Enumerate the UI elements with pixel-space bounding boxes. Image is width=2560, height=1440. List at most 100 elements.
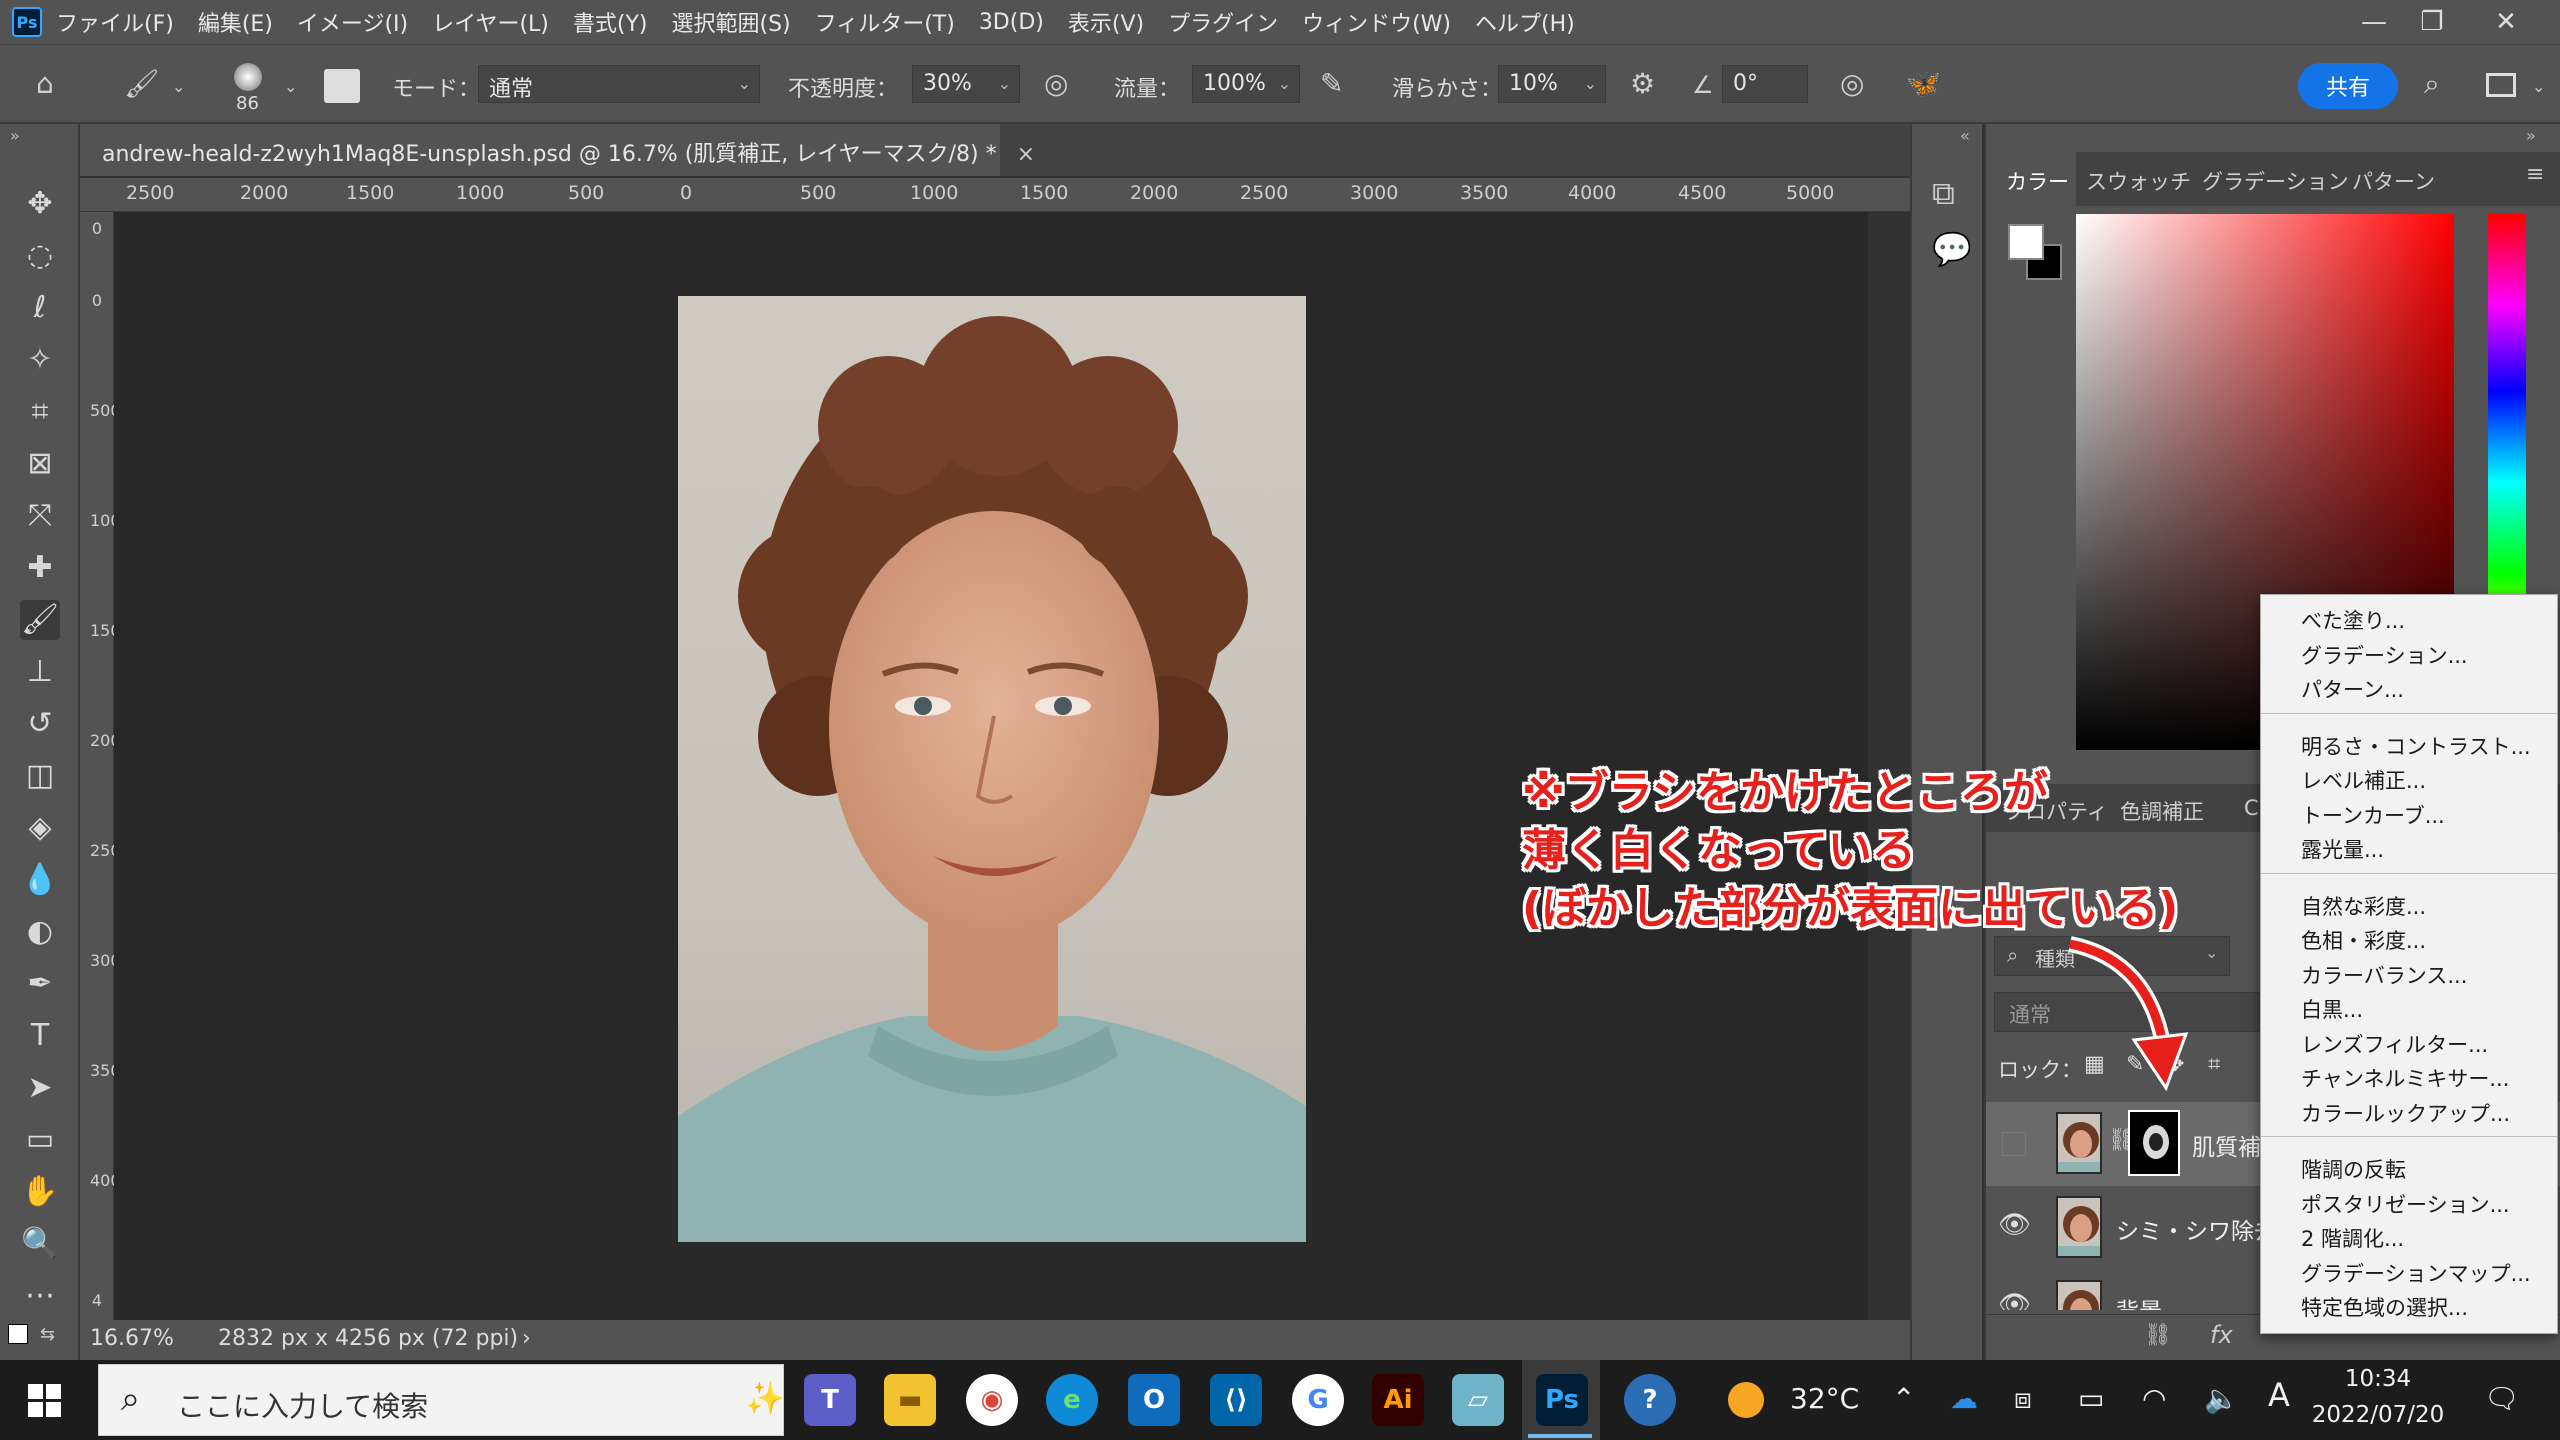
adjustment-menu-item[interactable]: べた塗り... — [2301, 605, 2405, 635]
layer-name[interactable]: シミ・シワ除去 — [2116, 1212, 2277, 1246]
weather-sun-icon[interactable] — [1728, 1382, 1764, 1418]
menu-3d[interactable]: 3D(D) — [979, 10, 1044, 35]
file-explorer-icon[interactable]: ▬ — [884, 1374, 936, 1426]
restore-button[interactable]: ❐ — [2406, 4, 2458, 40]
adjustment-menu-item[interactable]: チャンネルミキサー... — [2301, 1063, 2509, 1093]
taskbar-search-box[interactable]: ⌕ ここに入力して検索 ✨ — [98, 1364, 785, 1436]
photoshop-taskbar-icon[interactable]: Ps — [1536, 1374, 1588, 1426]
edge-icon[interactable]: e — [1046, 1374, 1098, 1426]
notepad-app-icon[interactable]: ▱ — [1452, 1374, 1504, 1426]
eyedropper-tool-icon[interactable]: ⤧ — [20, 496, 60, 536]
frame-tool-icon[interactable]: ⊠ — [20, 444, 60, 484]
menu-view[interactable]: 表示(V) — [1068, 6, 1144, 38]
adjustment-menu-item[interactable]: グラデーションマップ... — [2301, 1258, 2531, 1288]
lock-artboard-icon[interactable]: ⌗ — [2208, 1052, 2220, 1077]
mode-select[interactable]: 通常 ⌄ — [478, 65, 760, 103]
tab-gradients[interactable]: グラデーション — [2202, 166, 2349, 196]
adjustment-menu-item[interactable]: レンズフィルター... — [2301, 1029, 2488, 1059]
collapse-toolbar-icon[interactable]: » — [10, 126, 20, 145]
flow-input[interactable]: 100% ⌄ — [1192, 65, 1300, 103]
adjustment-menu-item[interactable]: 白黒... — [2301, 994, 2363, 1024]
foreground-color-swatch-panel[interactable] — [2008, 224, 2044, 260]
comments-panel-icon[interactable]: 💬 — [1932, 230, 1972, 268]
menu-select[interactable]: 選択範囲(S) — [672, 6, 791, 38]
vscode-icon[interactable]: ⟨⟩ — [1210, 1374, 1262, 1426]
rectangle-tool-icon[interactable]: ▭ — [20, 1120, 60, 1160]
marquee-tool-icon[interactable]: ◌ — [20, 236, 60, 276]
search-icon[interactable]: ⌕ — [2424, 67, 2440, 101]
path-selection-tool-icon[interactable]: ➤ — [20, 1068, 60, 1108]
outlook-icon[interactable]: O — [1128, 1374, 1180, 1426]
zoom-level[interactable]: 16.67% — [90, 1326, 174, 1351]
workspace-chevron-icon[interactable]: ⌄ — [2532, 77, 2545, 96]
fx-button[interactable]: fx — [2210, 1321, 2233, 1349]
adjustment-menu-item[interactable]: 色相・彩度... — [2301, 925, 2426, 955]
adjustment-menu-item[interactable]: 自然な彩度... — [2301, 891, 2426, 921]
battery-icon[interactable]: ▭ — [2078, 1382, 2104, 1415]
weather-temperature[interactable]: 32°C — [1790, 1382, 1859, 1415]
share-button[interactable]: 共有 — [2298, 63, 2398, 109]
layer-name[interactable]: 肌質補 — [2192, 1128, 2261, 1162]
adjustment-menu-item[interactable]: カラーバランス... — [2301, 960, 2467, 990]
opacity-input[interactable]: 30% ⌄ — [912, 65, 1020, 103]
onedrive-icon[interactable]: ☁ — [1950, 1382, 1978, 1415]
tab-cc-libraries[interactable]: C — [2244, 796, 2259, 820]
link-layers-icon[interactable]: ⛓ — [2144, 1323, 2172, 1348]
close-window-button[interactable]: ✕ — [2480, 4, 2532, 40]
wifi-icon[interactable]: ◠ — [2142, 1382, 2166, 1415]
adjustment-menu-item[interactable]: 明るさ・コントラスト... — [2301, 731, 2531, 761]
symmetry-icon[interactable]: 🦋 — [1906, 67, 1941, 100]
tab-color[interactable]: カラー — [2006, 166, 2069, 196]
menu-file[interactable]: ファイル(F) — [56, 6, 174, 38]
brush-preview-icon[interactable] — [234, 63, 262, 91]
paint-bucket-tool-icon[interactable]: ◈ — [20, 808, 60, 848]
workspace-icon[interactable] — [2486, 73, 2516, 97]
brush-tool-preset-icon[interactable]: 🖌 — [124, 67, 160, 100]
tab-swatches[interactable]: スウォッチ — [2086, 166, 2191, 196]
layer-mask-thumbnail[interactable] — [2128, 1110, 2180, 1176]
brush-tool-icon[interactable]: 🖌 — [20, 600, 60, 640]
adjustment-menu-item[interactable]: パターン... — [2301, 674, 2404, 704]
adjustment-menu-item[interactable]: ポスタリゼーション... — [2301, 1189, 2510, 1219]
stamp-tool-icon[interactable]: ⊥ — [20, 652, 60, 692]
status-menu-arrow-icon[interactable]: › — [522, 1326, 531, 1351]
smoothing-input[interactable]: 10% ⌄ — [1498, 65, 1606, 103]
adjustment-menu-item[interactable]: カラールックアップ... — [2301, 1098, 2510, 1128]
clock-date[interactable]: 2022/07/20 — [2310, 1402, 2446, 1428]
google-app-icon[interactable]: G — [1292, 1374, 1344, 1426]
menu-help[interactable]: ヘルプ(H) — [1475, 6, 1575, 38]
hand-tool-icon[interactable]: ✋ — [20, 1172, 60, 1212]
minimize-button[interactable]: — — [2348, 4, 2400, 40]
close-tab-icon[interactable]: × — [1017, 142, 1035, 167]
foreground-color-swatch[interactable] — [8, 1324, 28, 1344]
lasso-tool-icon[interactable]: ℓ — [20, 288, 60, 328]
adjustment-menu-item[interactable]: 特定色域の選択... — [2301, 1292, 2468, 1322]
adjustment-menu-item[interactable]: 2 階調化... — [2301, 1223, 2404, 1253]
panel-menu-icon[interactable]: ≡ — [2526, 162, 2544, 187]
home-icon[interactable]: ⌂ — [36, 67, 54, 100]
help-app-icon[interactable]: ? — [1624, 1374, 1676, 1426]
menu-plugins[interactable]: プラグイン — [1168, 6, 1278, 38]
visibility-toggle-off[interactable] — [2002, 1132, 2026, 1156]
angle-input[interactable]: 0° — [1722, 65, 1808, 103]
eye-visibility-icon[interactable]: 👁 — [1998, 1210, 2031, 1240]
brush-settings-icon[interactable] — [324, 69, 360, 103]
tray-device-icon[interactable]: ⧈ — [2014, 1382, 2032, 1416]
teams-icon[interactable]: T — [804, 1374, 856, 1426]
ime-indicator[interactable]: A — [2268, 1376, 2290, 1414]
history-brush-tool-icon[interactable]: ↺ — [20, 704, 60, 744]
collapse-panels-icon[interactable]: » — [2526, 126, 2536, 145]
pressure-opacity-icon[interactable]: ◎ — [1044, 67, 1068, 100]
type-tool-icon[interactable]: T — [20, 1016, 60, 1056]
menu-edit[interactable]: 編集(E) — [198, 6, 273, 38]
blur-tool-icon[interactable]: 💧 — [20, 860, 60, 900]
layer-name[interactable]: 背景 — [2116, 1292, 2162, 1310]
adjustment-menu-item[interactable]: グラデーション... — [2301, 640, 2468, 670]
crop-tool-icon[interactable]: ⌗ — [20, 392, 60, 432]
menu-window[interactable]: ウィンドウ(W) — [1302, 6, 1451, 38]
illustrator-icon[interactable]: Ai — [1372, 1374, 1424, 1426]
dodge-tool-icon[interactable]: ◐ — [20, 912, 60, 952]
magic-wand-tool-icon[interactable]: ✧ — [20, 340, 60, 380]
tab-patterns[interactable]: パターン — [2352, 166, 2435, 196]
menu-filter[interactable]: フィルター(T) — [815, 6, 955, 38]
